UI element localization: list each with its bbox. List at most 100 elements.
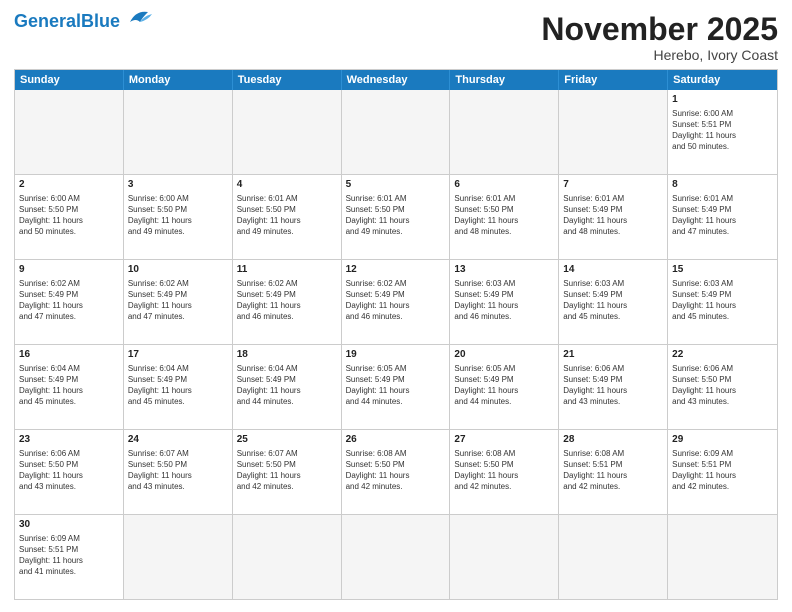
- day-info: Sunrise: 6:05 AM Sunset: 5:49 PM Dayligh…: [454, 363, 554, 408]
- calendar: SundayMondayTuesdayWednesdayThursdayFrid…: [14, 69, 778, 600]
- calendar-cell-empty: [450, 515, 559, 599]
- calendar-cell-day-9: 9Sunrise: 6:02 AM Sunset: 5:49 PM Daylig…: [15, 260, 124, 344]
- calendar-cell-day-6: 6Sunrise: 6:01 AM Sunset: 5:50 PM Daylig…: [450, 175, 559, 259]
- page: GeneralBlue November 2025 Herebo, Ivory …: [0, 0, 792, 612]
- day-number: 11: [237, 263, 337, 277]
- day-number: 20: [454, 348, 554, 362]
- calendar-cell-day-18: 18Sunrise: 6:04 AM Sunset: 5:49 PM Dayli…: [233, 345, 342, 429]
- calendar-cell-empty: [668, 515, 777, 599]
- day-number: 3: [128, 178, 228, 192]
- calendar-cell-day-14: 14Sunrise: 6:03 AM Sunset: 5:49 PM Dayli…: [559, 260, 668, 344]
- calendar-cell-day-27: 27Sunrise: 6:08 AM Sunset: 5:50 PM Dayli…: [450, 430, 559, 514]
- calendar-cell-day-21: 21Sunrise: 6:06 AM Sunset: 5:49 PM Dayli…: [559, 345, 668, 429]
- day-number: 10: [128, 263, 228, 277]
- day-number: 16: [19, 348, 119, 362]
- day-info: Sunrise: 6:02 AM Sunset: 5:49 PM Dayligh…: [19, 278, 119, 323]
- day-info: Sunrise: 6:06 AM Sunset: 5:49 PM Dayligh…: [563, 363, 663, 408]
- calendar-cell-day-28: 28Sunrise: 6:08 AM Sunset: 5:51 PM Dayli…: [559, 430, 668, 514]
- day-number: 14: [563, 263, 663, 277]
- calendar-cell-empty: [124, 515, 233, 599]
- day-number: 18: [237, 348, 337, 362]
- location: Herebo, Ivory Coast: [541, 47, 778, 63]
- weekday-header-friday: Friday: [559, 70, 668, 90]
- day-info: Sunrise: 6:02 AM Sunset: 5:49 PM Dayligh…: [346, 278, 446, 323]
- day-number: 21: [563, 348, 663, 362]
- day-number: 22: [672, 348, 773, 362]
- calendar-row-1: 1Sunrise: 6:00 AM Sunset: 5:51 PM Daylig…: [15, 90, 777, 175]
- day-number: 1: [672, 93, 773, 107]
- logo-bird-icon: [122, 8, 154, 30]
- day-info: Sunrise: 6:00 AM Sunset: 5:51 PM Dayligh…: [672, 108, 773, 153]
- calendar-cell-day-8: 8Sunrise: 6:01 AM Sunset: 5:49 PM Daylig…: [668, 175, 777, 259]
- calendar-cell-day-29: 29Sunrise: 6:09 AM Sunset: 5:51 PM Dayli…: [668, 430, 777, 514]
- logo-blue: Blue: [81, 11, 120, 31]
- calendar-cell-day-19: 19Sunrise: 6:05 AM Sunset: 5:49 PM Dayli…: [342, 345, 451, 429]
- day-info: Sunrise: 6:07 AM Sunset: 5:50 PM Dayligh…: [237, 448, 337, 493]
- calendar-row-3: 9Sunrise: 6:02 AM Sunset: 5:49 PM Daylig…: [15, 260, 777, 345]
- calendar-cell-day-25: 25Sunrise: 6:07 AM Sunset: 5:50 PM Dayli…: [233, 430, 342, 514]
- day-number: 2: [19, 178, 119, 192]
- day-info: Sunrise: 6:01 AM Sunset: 5:50 PM Dayligh…: [237, 193, 337, 238]
- calendar-cell-day-24: 24Sunrise: 6:07 AM Sunset: 5:50 PM Dayli…: [124, 430, 233, 514]
- day-info: Sunrise: 6:03 AM Sunset: 5:49 PM Dayligh…: [454, 278, 554, 323]
- logo: GeneralBlue: [14, 12, 154, 30]
- calendar-row-5: 23Sunrise: 6:06 AM Sunset: 5:50 PM Dayli…: [15, 430, 777, 515]
- calendar-cell-day-13: 13Sunrise: 6:03 AM Sunset: 5:49 PM Dayli…: [450, 260, 559, 344]
- title-block: November 2025 Herebo, Ivory Coast: [541, 12, 778, 63]
- day-number: 5: [346, 178, 446, 192]
- calendar-header: SundayMondayTuesdayWednesdayThursdayFrid…: [15, 70, 777, 90]
- day-info: Sunrise: 6:04 AM Sunset: 5:49 PM Dayligh…: [237, 363, 337, 408]
- calendar-row-6: 30Sunrise: 6:09 AM Sunset: 5:51 PM Dayli…: [15, 515, 777, 599]
- day-info: Sunrise: 6:00 AM Sunset: 5:50 PM Dayligh…: [128, 193, 228, 238]
- day-info: Sunrise: 6:09 AM Sunset: 5:51 PM Dayligh…: [672, 448, 773, 493]
- weekday-header-sunday: Sunday: [15, 70, 124, 90]
- day-info: Sunrise: 6:05 AM Sunset: 5:49 PM Dayligh…: [346, 363, 446, 408]
- weekday-header-saturday: Saturday: [668, 70, 777, 90]
- logo-general: General: [14, 11, 81, 31]
- calendar-cell-empty: [342, 515, 451, 599]
- day-number: 13: [454, 263, 554, 277]
- day-number: 9: [19, 263, 119, 277]
- day-number: 7: [563, 178, 663, 192]
- day-number: 26: [346, 433, 446, 447]
- calendar-cell-empty: [233, 515, 342, 599]
- calendar-cell-empty: [559, 90, 668, 174]
- day-number: 29: [672, 433, 773, 447]
- day-info: Sunrise: 6:01 AM Sunset: 5:49 PM Dayligh…: [672, 193, 773, 238]
- day-info: Sunrise: 6:01 AM Sunset: 5:50 PM Dayligh…: [454, 193, 554, 238]
- weekday-header-monday: Monday: [124, 70, 233, 90]
- calendar-cell-day-12: 12Sunrise: 6:02 AM Sunset: 5:49 PM Dayli…: [342, 260, 451, 344]
- calendar-cell-day-2: 2Sunrise: 6:00 AM Sunset: 5:50 PM Daylig…: [15, 175, 124, 259]
- day-info: Sunrise: 6:02 AM Sunset: 5:49 PM Dayligh…: [128, 278, 228, 323]
- calendar-row-4: 16Sunrise: 6:04 AM Sunset: 5:49 PM Dayli…: [15, 345, 777, 430]
- day-info: Sunrise: 6:07 AM Sunset: 5:50 PM Dayligh…: [128, 448, 228, 493]
- day-number: 28: [563, 433, 663, 447]
- day-number: 8: [672, 178, 773, 192]
- day-info: Sunrise: 6:04 AM Sunset: 5:49 PM Dayligh…: [128, 363, 228, 408]
- calendar-cell-day-10: 10Sunrise: 6:02 AM Sunset: 5:49 PM Dayli…: [124, 260, 233, 344]
- calendar-cell-day-1: 1Sunrise: 6:00 AM Sunset: 5:51 PM Daylig…: [668, 90, 777, 174]
- calendar-cell-day-7: 7Sunrise: 6:01 AM Sunset: 5:49 PM Daylig…: [559, 175, 668, 259]
- day-number: 19: [346, 348, 446, 362]
- calendar-cell-empty: [342, 90, 451, 174]
- day-info: Sunrise: 6:04 AM Sunset: 5:49 PM Dayligh…: [19, 363, 119, 408]
- day-number: 24: [128, 433, 228, 447]
- day-info: Sunrise: 6:01 AM Sunset: 5:49 PM Dayligh…: [563, 193, 663, 238]
- day-number: 6: [454, 178, 554, 192]
- day-number: 23: [19, 433, 119, 447]
- day-info: Sunrise: 6:02 AM Sunset: 5:49 PM Dayligh…: [237, 278, 337, 323]
- calendar-cell-day-17: 17Sunrise: 6:04 AM Sunset: 5:49 PM Dayli…: [124, 345, 233, 429]
- day-number: 15: [672, 263, 773, 277]
- calendar-cell-empty: [124, 90, 233, 174]
- day-info: Sunrise: 6:08 AM Sunset: 5:51 PM Dayligh…: [563, 448, 663, 493]
- calendar-cell-day-20: 20Sunrise: 6:05 AM Sunset: 5:49 PM Dayli…: [450, 345, 559, 429]
- day-info: Sunrise: 6:03 AM Sunset: 5:49 PM Dayligh…: [672, 278, 773, 323]
- calendar-body: 1Sunrise: 6:00 AM Sunset: 5:51 PM Daylig…: [15, 90, 777, 599]
- calendar-cell-day-16: 16Sunrise: 6:04 AM Sunset: 5:49 PM Dayli…: [15, 345, 124, 429]
- weekday-header-tuesday: Tuesday: [233, 70, 342, 90]
- calendar-cell-day-23: 23Sunrise: 6:06 AM Sunset: 5:50 PM Dayli…: [15, 430, 124, 514]
- day-info: Sunrise: 6:08 AM Sunset: 5:50 PM Dayligh…: [346, 448, 446, 493]
- day-info: Sunrise: 6:00 AM Sunset: 5:50 PM Dayligh…: [19, 193, 119, 238]
- day-number: 17: [128, 348, 228, 362]
- calendar-cell-day-11: 11Sunrise: 6:02 AM Sunset: 5:49 PM Dayli…: [233, 260, 342, 344]
